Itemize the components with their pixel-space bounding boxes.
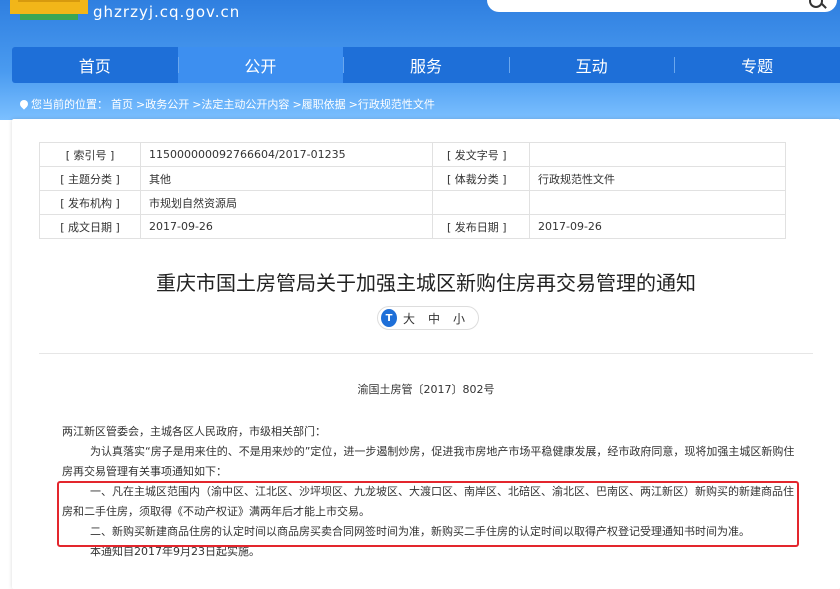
table-row: [ 主题分类 ] 其他 [ 体裁分类 ] 行政规范性文件: [39, 166, 786, 191]
table-row: [ 索引号 ] 115000000092766604/2017-01235 [ …: [39, 142, 786, 167]
salutation: 两江新区管委会，主城各区人民政府，市级相关部门：: [62, 425, 326, 438]
nav-interaction[interactable]: 互动: [508, 47, 675, 83]
document-number: 渝国土房管〔2017〕802号: [357, 383, 495, 396]
issuer-value: 市规划自然资源局: [140, 190, 433, 215]
doc-no-label: [ 发文字号 ]: [432, 142, 530, 167]
site-logo[interactable]: [10, 0, 88, 20]
created-label: [ 成文日期 ]: [39, 214, 141, 239]
index-label: [ 索引号 ]: [39, 142, 141, 167]
breadcrumb-disclosure[interactable]: >法定主动公开内容: [192, 96, 289, 112]
genre-label: [ 体裁分类 ]: [432, 166, 530, 191]
font-medium-button[interactable]: 中: [428, 310, 440, 327]
font-size-switcher: T 大 中 小: [377, 306, 479, 330]
article-card: [ 索引号 ] 115000000092766604/2017-01235 [ …: [12, 119, 840, 589]
breadcrumb-normative-docs[interactable]: >行政规范性文件: [349, 96, 435, 112]
search-input[interactable]: [487, 0, 837, 12]
doc-no-value: [529, 142, 786, 167]
main-nav: 首页 公开 服务 互动 专题: [12, 47, 840, 83]
published-label: [ 发布日期 ]: [432, 214, 530, 239]
breadcrumb-gov-affairs[interactable]: >政务公开: [136, 96, 189, 112]
published-value: 2017-09-26: [529, 214, 786, 239]
highlight-box: [57, 481, 799, 547]
breadcrumb-basis[interactable]: >履职依据: [292, 96, 345, 112]
search-icon[interactable]: [809, 0, 823, 8]
issuer-label: [ 发布机构 ]: [39, 190, 141, 215]
topic-value: 其他: [140, 166, 433, 191]
topic-label: [ 主题分类 ]: [39, 166, 141, 191]
breadcrumb: 您当前的位置： 首页 >政务公开 >法定主动公开内容 >履职依据 >行政规范性文…: [18, 96, 438, 112]
breadcrumb-prefix: 您当前的位置：: [31, 98, 108, 111]
table-row: [ 发布机构 ] 市规划自然资源局: [39, 190, 786, 215]
font-small-button[interactable]: 小: [453, 310, 465, 327]
nav-home[interactable]: 首页: [12, 47, 178, 83]
divider: [39, 353, 813, 354]
created-value: 2017-09-26: [140, 214, 433, 239]
breadcrumb-home[interactable]: 首页: [111, 96, 133, 112]
font-large-button[interactable]: 大: [403, 310, 415, 327]
nav-service[interactable]: 服务: [343, 47, 509, 83]
location-pin-icon: [18, 98, 30, 110]
table-row: [ 成文日期 ] 2017-09-26 [ 发布日期 ] 2017-09-26: [39, 214, 786, 239]
genre-value: 行政规范性文件: [529, 166, 786, 191]
index-value: 115000000092766604/2017-01235: [140, 142, 433, 167]
site-url: ghzrzyj.cq.gov.cn: [93, 3, 241, 21]
font-size-icon: T: [381, 309, 397, 327]
article-title: 重庆市国土房管局关于加强主城区新购住房再交易管理的通知: [156, 271, 696, 295]
nav-public[interactable]: 公开: [177, 47, 344, 83]
nav-topics[interactable]: 专题: [674, 47, 840, 83]
empty-label-cell: [432, 190, 530, 215]
intro-paragraph: 为认真落实“房子是用来住的、不是用来炒的”定位，进一步遏制炒房，促进我市房地产市…: [62, 445, 795, 478]
empty-value-cell: [529, 190, 786, 215]
metadata-table: [ 索引号 ] 115000000092766604/2017-01235 [ …: [39, 142, 786, 239]
